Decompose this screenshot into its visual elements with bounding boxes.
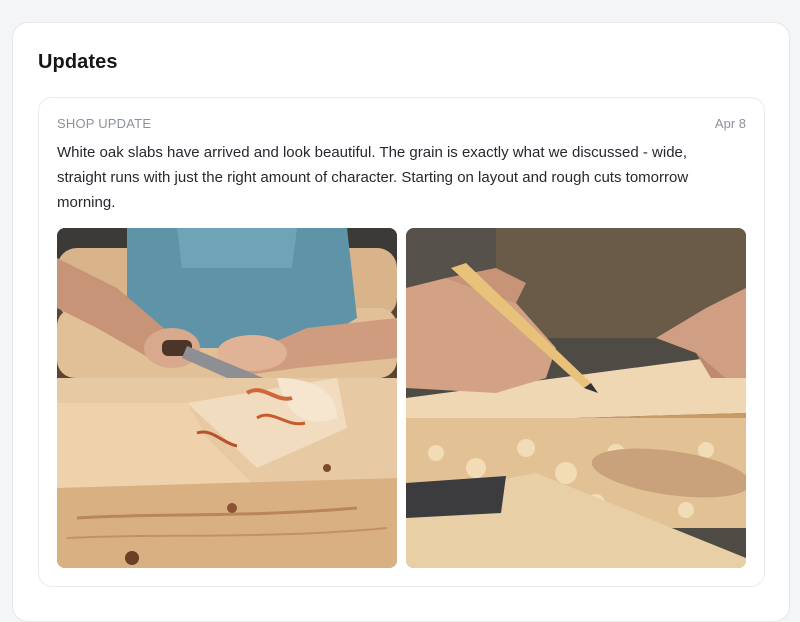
section-title: Updates [38,51,118,73]
update-card[interactable]: SHOP UPDATE Apr 8 White oak slabs have a… [38,97,765,587]
pencil-marking-image [406,228,746,568]
update-photo-log-carving[interactable] [57,228,397,568]
updates-panel: Updates SHOP UPDATE Apr 8 White oak slab… [12,22,790,622]
log-carving-image [57,228,397,568]
update-category-label: SHOP UPDATE [57,116,152,131]
update-date: Apr 8 [714,116,746,131]
update-photo-pencil-marking[interactable] [406,228,746,568]
update-body-text: White oak slabs have arrived and look be… [57,144,689,211]
